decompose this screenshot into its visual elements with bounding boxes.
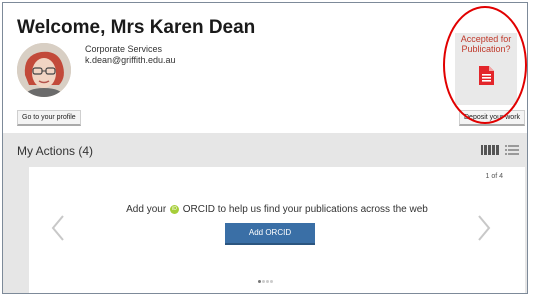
orcid-icon: iD xyxy=(169,204,179,214)
publication-prompt-line2: Publication? xyxy=(461,44,511,54)
orcid-prompt: Add your iD ORCID to help us find your p… xyxy=(29,204,525,215)
go-to-profile-button[interactable]: Go to your profile xyxy=(17,110,81,126)
welcome-heading: Welcome, Mrs Karen Dean xyxy=(17,17,256,38)
carousel-dot[interactable] xyxy=(266,280,269,283)
document-icon xyxy=(479,66,494,85)
carousel-dot[interactable] xyxy=(258,280,261,283)
action-card: 1 of 4 Add your iD ORCID to help us find… xyxy=(29,167,525,293)
list-view-icon[interactable] xyxy=(505,145,519,155)
publication-prompt: Accepted for Publication? xyxy=(455,34,517,54)
user-department: Corporate Services xyxy=(85,44,163,54)
page-frame: Welcome, Mrs Karen Dean Corporate Servic… xyxy=(2,2,528,294)
carousel-dot[interactable] xyxy=(270,280,273,283)
carousel-dot[interactable] xyxy=(262,280,265,283)
my-actions-section: My Actions (4) 1 of 4 Add your iD ORCID … xyxy=(3,133,527,293)
deposit-work-button[interactable]: Deposit your work xyxy=(459,110,526,126)
next-arrow-icon[interactable] xyxy=(477,214,491,242)
orcid-prompt-text-after: ORCID to help us find your publications … xyxy=(182,204,428,215)
grid-view-icon[interactable] xyxy=(481,145,499,155)
publication-prompt-line1: Accepted for xyxy=(460,34,512,44)
accepted-for-publication-panel[interactable]: Accepted for Publication? xyxy=(455,33,517,105)
add-orcid-button[interactable]: Add ORCID xyxy=(225,223,315,245)
previous-arrow-icon[interactable] xyxy=(51,214,65,242)
avatar xyxy=(17,43,71,97)
orcid-prompt-text-before: Add your xyxy=(126,204,167,215)
my-actions-heading: My Actions (4) xyxy=(17,144,94,158)
card-pager: 1 of 4 xyxy=(485,173,503,180)
user-header: Welcome, Mrs Karen Dean Corporate Servic… xyxy=(3,3,527,133)
carousel-dots xyxy=(258,280,274,283)
user-email: k.dean@griffith.edu.au xyxy=(85,55,176,65)
